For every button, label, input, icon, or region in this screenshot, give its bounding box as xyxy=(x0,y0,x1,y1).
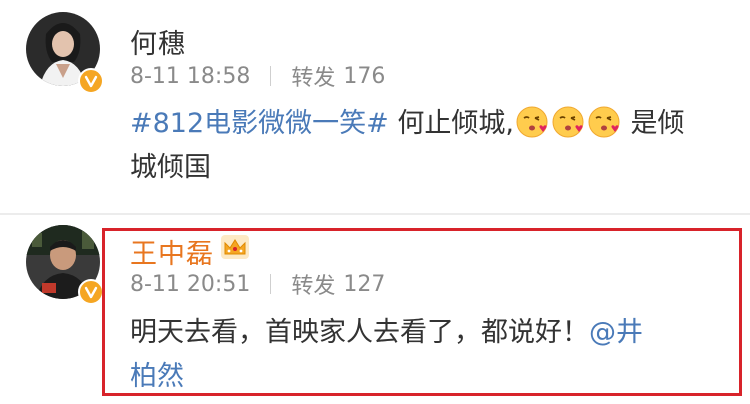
repost-label[interactable]: 转发 xyxy=(291,60,335,92)
post-meta: 8-11 20:51 转发 127 xyxy=(130,268,385,300)
repost-count: 176 xyxy=(343,63,386,89)
weibo-post: 何穗 8-11 18:58 转发 176 #812电影微微一笑# 何止倾城, 是… xyxy=(0,0,750,215)
mention-link[interactable]: 柏然 xyxy=(130,361,184,392)
author-name[interactable]: 何穗 xyxy=(130,22,186,61)
content-text: 何止倾城, xyxy=(388,108,514,139)
post-time: 8-11 20:51 xyxy=(130,271,251,297)
post-content: 明天去看，首映家人去看了，都说好！@井 柏然 xyxy=(130,311,730,399)
verified-badge-icon xyxy=(78,279,104,305)
repost-count: 127 xyxy=(343,271,386,297)
content-text: 城倾国 xyxy=(130,152,211,183)
weibo-post: 王中磊 8-11 20:51 转发 127 明天去看，首映家人去看了，都说好！@… xyxy=(0,215,750,404)
meta-divider xyxy=(270,66,272,86)
kiss-emoji-icon xyxy=(552,106,584,138)
verified-badge-icon xyxy=(78,68,104,94)
repost-label[interactable]: 转发 xyxy=(291,268,335,300)
kiss-emoji-icon xyxy=(516,106,548,138)
post-meta: 8-11 18:58 转发 176 xyxy=(130,60,385,92)
mention-link[interactable]: @井 xyxy=(589,317,643,348)
crown-icon[interactable] xyxy=(220,234,250,260)
content-text: 明天去看，首映家人去看了，都说好！ xyxy=(130,317,589,348)
meta-divider xyxy=(270,274,272,294)
topic-link[interactable]: #812电影微微一笑# xyxy=(130,108,389,139)
content-text: 是倾 xyxy=(621,108,685,139)
post-time: 8-11 18:58 xyxy=(130,63,251,89)
author-name[interactable]: 王中磊 xyxy=(130,232,214,271)
post-content: #812电影微微一笑# 何止倾城, 是倾 城倾国 xyxy=(130,102,730,190)
kiss-emoji-icon xyxy=(588,106,620,138)
